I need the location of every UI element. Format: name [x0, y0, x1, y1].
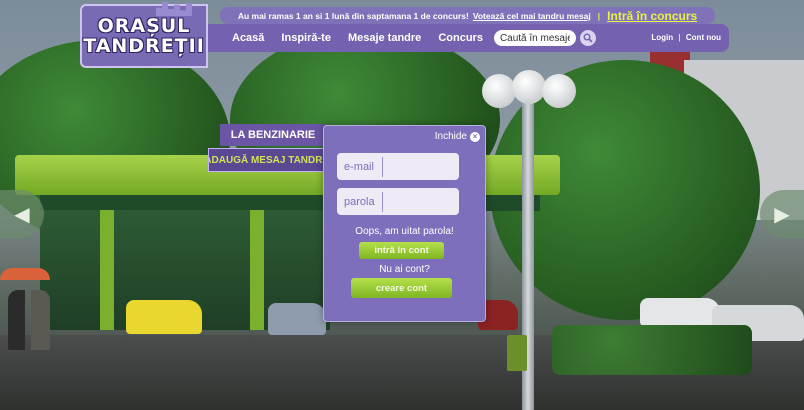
- lamp-globe: [542, 74, 576, 108]
- search-button[interactable]: [579, 30, 596, 46]
- close-label: Inchide: [434, 131, 467, 142]
- car-silver: [268, 303, 326, 335]
- auth-separator: |: [678, 33, 681, 42]
- close-button[interactable]: Inchide ×: [435, 131, 480, 142]
- contest-link[interactable]: Intră în concurs: [607, 9, 697, 23]
- lamp-globe: [512, 70, 546, 104]
- trash-bin: [507, 335, 527, 371]
- nav-messages[interactable]: Mesaje tandre: [348, 32, 421, 44]
- create-account-button[interactable]: creare cont: [351, 278, 452, 298]
- site-header: ORAȘUL TANDREȚII Au mai ramas 1 an si 1 …: [80, 2, 730, 68]
- sign-title: LA BENZINARIE: [220, 124, 326, 146]
- lamp-globe: [482, 74, 516, 108]
- announcement-text: Au mai ramas 1 an si 1 lună din saptaman…: [237, 10, 469, 21]
- site-logo[interactable]: ORAȘUL TANDREȚII: [80, 2, 208, 68]
- main-nav: Acasă Inspiră-te Mesaje tandre Concurs L…: [208, 24, 729, 52]
- scroll-right-button[interactable]: ▶: [760, 190, 804, 238]
- gas-station-pillar: [100, 210, 114, 330]
- nav-home[interactable]: Acasă: [232, 32, 264, 44]
- email-divider: [382, 156, 383, 177]
- car-yellow: [126, 300, 202, 334]
- umbrella: [0, 268, 50, 280]
- add-message-sign[interactable]: ADAUGĂ MESAJ TANDRU: [208, 148, 326, 172]
- arrow-right-icon: ▶: [774, 203, 790, 226]
- login-button[interactable]: intră în cont: [359, 242, 444, 259]
- register-link[interactable]: Cont nou: [686, 33, 721, 42]
- vote-link[interactable]: Votează cel mai tandru mesaj: [473, 11, 591, 21]
- nav-inspire[interactable]: Inspiră-te: [281, 32, 331, 44]
- email-field[interactable]: [344, 160, 382, 173]
- people: [8, 290, 50, 350]
- logo-line-2: TANDREȚII: [83, 35, 205, 57]
- forgot-password-link[interactable]: Oops, am uitat parola!: [324, 226, 485, 237]
- gas-station-sign[interactable]: LA BENZINARIE ADAUGĂ MESAJ TANDRU: [208, 124, 326, 172]
- announcement-bar: Au mai ramas 1 an si 1 lună din saptaman…: [220, 7, 715, 24]
- gas-station-pillar: [250, 210, 264, 330]
- car-white: [640, 298, 720, 326]
- password-field-wrapper: [337, 188, 459, 215]
- login-link[interactable]: Login: [651, 33, 673, 42]
- arrow-left-icon: ◀: [14, 203, 30, 226]
- logo-line-1: ORAȘUL: [97, 15, 191, 37]
- email-field-wrapper: [337, 153, 459, 180]
- search-input[interactable]: [493, 30, 576, 46]
- auth-links: Login | Cont nou: [651, 33, 721, 42]
- close-icon: ×: [470, 131, 480, 142]
- hedge: [552, 325, 752, 375]
- password-field[interactable]: [344, 195, 382, 208]
- no-account-text: Nu ai cont?: [379, 264, 430, 275]
- nav-contest[interactable]: Concurs: [438, 32, 483, 44]
- skyline-icon: [156, 2, 192, 16]
- password-divider: [382, 191, 383, 212]
- login-modal: Inchide × Oops, am uitat parola! intră î…: [323, 125, 486, 322]
- search-icon: [583, 33, 593, 43]
- announcement-separator: |: [597, 10, 601, 21]
